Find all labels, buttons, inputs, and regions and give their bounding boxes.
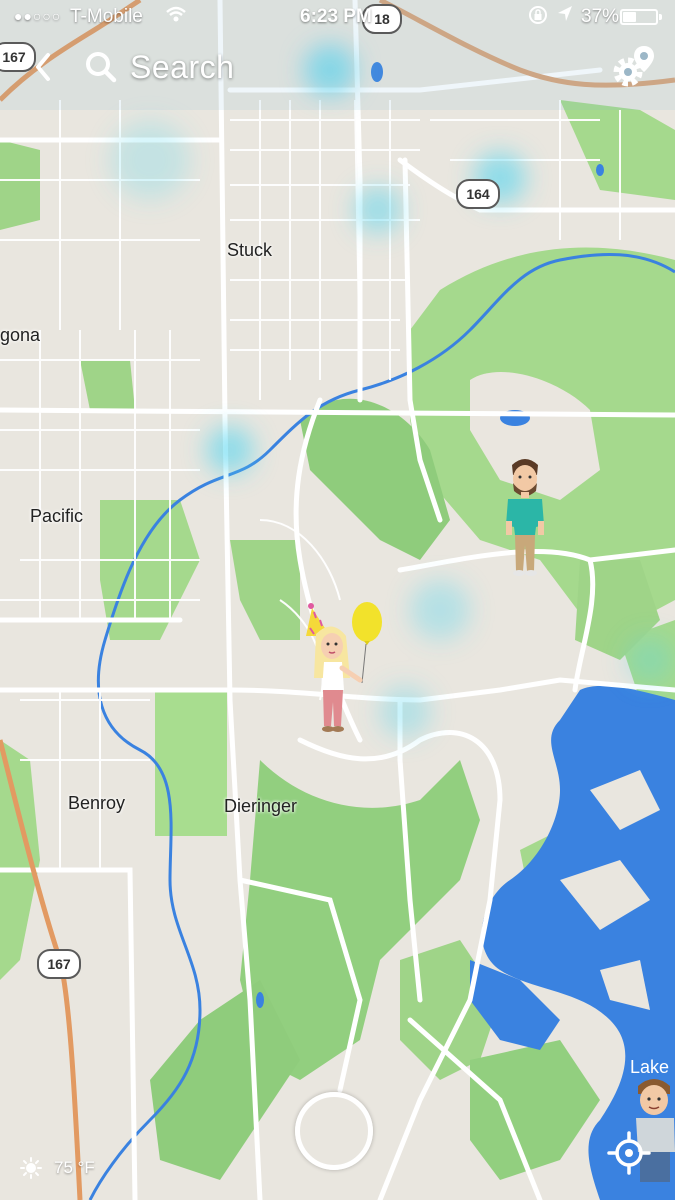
locate-me-button[interactable] bbox=[606, 1130, 652, 1176]
temperature: 75 °F bbox=[54, 1158, 95, 1177]
place-label-pacific: Pacific bbox=[30, 506, 84, 526]
carrier-name: T-Mobile bbox=[70, 6, 143, 27]
battery-percent: 37% bbox=[581, 6, 620, 27]
sun-icon bbox=[20, 1157, 42, 1179]
search-button[interactable]: Search bbox=[84, 44, 234, 90]
friend-bitmoji-man[interactable] bbox=[500, 455, 550, 580]
search-icon bbox=[86, 52, 117, 83]
camera-shutter-button[interactable] bbox=[295, 1092, 373, 1170]
my-bitmoji-birthday[interactable] bbox=[300, 598, 386, 738]
back-button[interactable] bbox=[28, 46, 60, 88]
status-bar: ●●○○○ T-Mobile 6:23 PM 37% bbox=[0, 0, 675, 36]
gear-location-icon bbox=[613, 46, 654, 87]
route-shield-164: 164 bbox=[456, 179, 500, 209]
place-label-stuck: Stuck bbox=[227, 240, 273, 260]
battery-fill bbox=[623, 12, 636, 22]
place-label-dieringer: Dieringer bbox=[224, 796, 298, 816]
rotation-lock-icon bbox=[528, 4, 548, 32]
crosshair-icon bbox=[607, 1131, 651, 1175]
map-top-bar: Search bbox=[0, 38, 675, 98]
signal-strength: ●●○○○ bbox=[14, 8, 62, 24]
route-shield-167-bottom: 167 bbox=[37, 949, 81, 979]
place-label-benroy: Benroy bbox=[68, 793, 126, 813]
clock: 6:23 PM bbox=[300, 6, 372, 27]
location-arrow-icon bbox=[556, 4, 574, 30]
settings-button[interactable] bbox=[610, 42, 658, 90]
weather-indicator: 75 °F bbox=[20, 1157, 95, 1179]
chevron-left-icon bbox=[36, 53, 50, 81]
search-label: Search bbox=[130, 48, 235, 85]
battery-icon bbox=[620, 9, 662, 25]
wifi-icon bbox=[165, 4, 187, 32]
place-label-algona: gona bbox=[0, 325, 41, 345]
